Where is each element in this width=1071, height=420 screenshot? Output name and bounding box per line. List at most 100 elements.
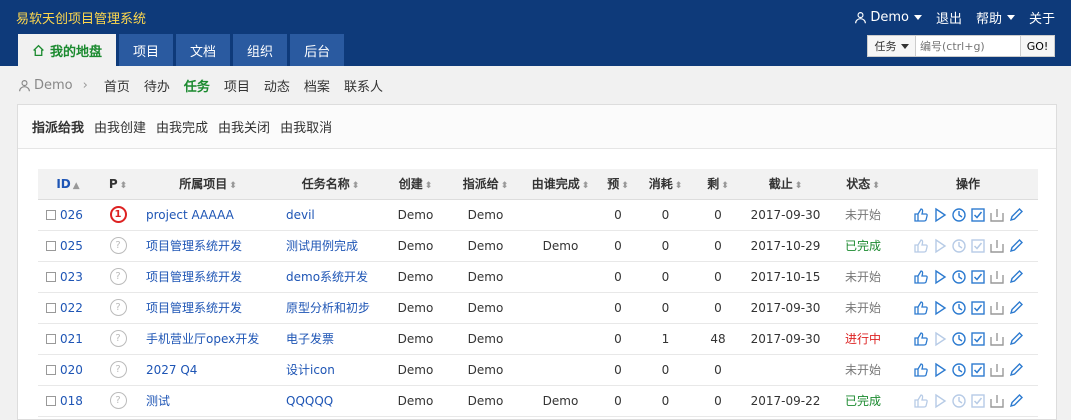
- about-link[interactable]: 关于: [1029, 8, 1055, 27]
- subnav-item-1[interactable]: 待办: [144, 76, 170, 95]
- edit-icon[interactable]: [1008, 362, 1024, 378]
- nav-tab-3[interactable]: 组织: [233, 34, 288, 66]
- task-id[interactable]: 018: [60, 394, 83, 408]
- finish-icon[interactable]: [970, 362, 986, 378]
- record-hours-icon[interactable]: [951, 362, 967, 378]
- id-cell[interactable]: 026: [38, 199, 98, 231]
- column-header-11[interactable]: 状态 ⬍: [828, 169, 898, 200]
- column-header-10[interactable]: 截止 ⬍: [743, 169, 828, 200]
- project-link[interactable]: 项目管理系统开发: [146, 301, 242, 315]
- task-id[interactable]: 022: [60, 301, 83, 315]
- subnav-item-3[interactable]: 项目: [224, 76, 250, 95]
- edit-icon[interactable]: [1008, 238, 1024, 254]
- breadcrumb[interactable]: Demo: [18, 78, 73, 93]
- task-id[interactable]: 021: [60, 332, 83, 346]
- edit-icon[interactable]: [1008, 269, 1024, 285]
- id-cell[interactable]: 025: [38, 230, 98, 262]
- filter-tab-1[interactable]: 由我创建: [94, 117, 146, 136]
- start-icon[interactable]: [932, 238, 948, 254]
- edit-icon[interactable]: [1008, 300, 1024, 316]
- start-icon[interactable]: [932, 269, 948, 285]
- row-checkbox[interactable]: [46, 272, 56, 282]
- subnav-item-6[interactable]: 联系人: [344, 76, 383, 95]
- row-checkbox[interactable]: [46, 303, 56, 313]
- finish-icon[interactable]: [970, 331, 986, 347]
- table-row[interactable]: 025? 项目管理系统开发 测试用例完成 Demo Demo Demo 0 0 0 2017-10…: [38, 230, 1038, 262]
- project-link[interactable]: 项目管理系统开发: [146, 239, 242, 253]
- table-row[interactable]: 018? 测试 QQQQQ Demo Demo Demo 0 0 0 2017-09-22 已完成: [38, 385, 1038, 417]
- nav-tab-1[interactable]: 项目: [119, 34, 174, 66]
- task-id[interactable]: 023: [60, 270, 83, 284]
- task-id[interactable]: 020: [60, 363, 83, 377]
- id-cell[interactable]: 020: [38, 354, 98, 386]
- finish-icon[interactable]: [970, 238, 986, 254]
- subnav-item-2[interactable]: 任务: [184, 76, 210, 95]
- start-icon[interactable]: [932, 207, 948, 223]
- project-link[interactable]: 2027 Q4: [146, 363, 197, 377]
- task-name-link[interactable]: 原型分析和初步: [286, 301, 370, 315]
- subnav-item-0[interactable]: 首页: [104, 76, 130, 95]
- filter-tab-2[interactable]: 由我完成: [156, 117, 208, 136]
- id-cell[interactable]: 018: [38, 385, 98, 417]
- project-link[interactable]: 项目管理系统开发: [146, 270, 242, 284]
- close-task-icon[interactable]: [989, 207, 1005, 223]
- column-header-2[interactable]: 所属项目 ⬍: [138, 169, 278, 200]
- subnav-item-5[interactable]: 档案: [304, 76, 330, 95]
- edit-icon[interactable]: [1008, 331, 1024, 347]
- column-header-7[interactable]: 预 ⬍: [598, 169, 638, 200]
- task-id[interactable]: 026: [60, 208, 83, 222]
- search-input[interactable]: [916, 36, 1020, 56]
- assign-icon[interactable]: [913, 362, 929, 378]
- column-header-8[interactable]: 消耗 ⬍: [638, 169, 693, 200]
- edit-icon[interactable]: [1008, 207, 1024, 223]
- record-hours-icon[interactable]: [951, 331, 967, 347]
- help-menu[interactable]: 帮助: [976, 8, 1015, 27]
- project-link[interactable]: 手机营业厅opex开发: [146, 332, 259, 346]
- id-cell[interactable]: 023: [38, 261, 98, 293]
- logout-link[interactable]: 退出: [936, 8, 962, 27]
- nav-tab-0[interactable]: 我的地盘: [18, 34, 117, 66]
- start-icon[interactable]: [932, 300, 948, 316]
- record-hours-icon[interactable]: [951, 207, 967, 223]
- search-type-select[interactable]: 任务: [868, 36, 916, 56]
- record-hours-icon[interactable]: [951, 269, 967, 285]
- column-header-4[interactable]: 创建 ⬍: [383, 169, 448, 200]
- task-name-link[interactable]: QQQQQ: [286, 394, 333, 408]
- subnav-item-4[interactable]: 动态: [264, 76, 290, 95]
- table-row[interactable]: 026 1 project AAAAA devil Demo Demo 0 0 0 2017-09…: [38, 199, 1038, 231]
- finish-icon[interactable]: [970, 207, 986, 223]
- finish-icon[interactable]: [970, 300, 986, 316]
- assign-icon[interactable]: [913, 207, 929, 223]
- edit-icon[interactable]: [1008, 393, 1024, 409]
- finish-icon[interactable]: [970, 269, 986, 285]
- task-name-link[interactable]: demo系统开发: [286, 270, 368, 284]
- search-go-button[interactable]: GO!: [1020, 36, 1054, 56]
- assign-icon[interactable]: [913, 269, 929, 285]
- nav-tab-4[interactable]: 后台: [290, 34, 345, 66]
- column-header-6[interactable]: 由谁完成 ⬍: [523, 169, 598, 200]
- filter-tab-3[interactable]: 由我关闭: [218, 117, 270, 136]
- column-header-5[interactable]: 指派给 ⬍: [448, 169, 523, 200]
- close-task-icon[interactable]: [989, 300, 1005, 316]
- row-checkbox[interactable]: [46, 396, 56, 406]
- row-checkbox[interactable]: [46, 241, 56, 251]
- table-row[interactable]: 023? 项目管理系统开发 demo系统开发 Demo Demo 0 0 0 2017-10-1…: [38, 261, 1038, 293]
- project-link[interactable]: 测试: [146, 394, 170, 408]
- assign-icon[interactable]: [913, 300, 929, 316]
- row-checkbox[interactable]: [46, 210, 56, 220]
- row-checkbox[interactable]: [46, 365, 56, 375]
- column-header-3[interactable]: 任务名称 ⬍: [278, 169, 383, 200]
- task-name-link[interactable]: 设计icon: [286, 363, 335, 377]
- record-hours-icon[interactable]: [951, 393, 967, 409]
- close-task-icon[interactable]: [989, 269, 1005, 285]
- task-name-link[interactable]: devil: [286, 208, 315, 222]
- record-hours-icon[interactable]: [951, 300, 967, 316]
- record-hours-icon[interactable]: [951, 238, 967, 254]
- table-row[interactable]: 022? 项目管理系统开发 原型分析和初步 Demo Demo 0 0 0 2017-09-30…: [38, 292, 1038, 324]
- column-header-9[interactable]: 剩 ⬍: [693, 169, 743, 200]
- assign-icon[interactable]: [913, 331, 929, 347]
- start-icon[interactable]: [932, 331, 948, 347]
- assign-icon[interactable]: [913, 238, 929, 254]
- close-task-icon[interactable]: [989, 393, 1005, 409]
- close-task-icon[interactable]: [989, 331, 1005, 347]
